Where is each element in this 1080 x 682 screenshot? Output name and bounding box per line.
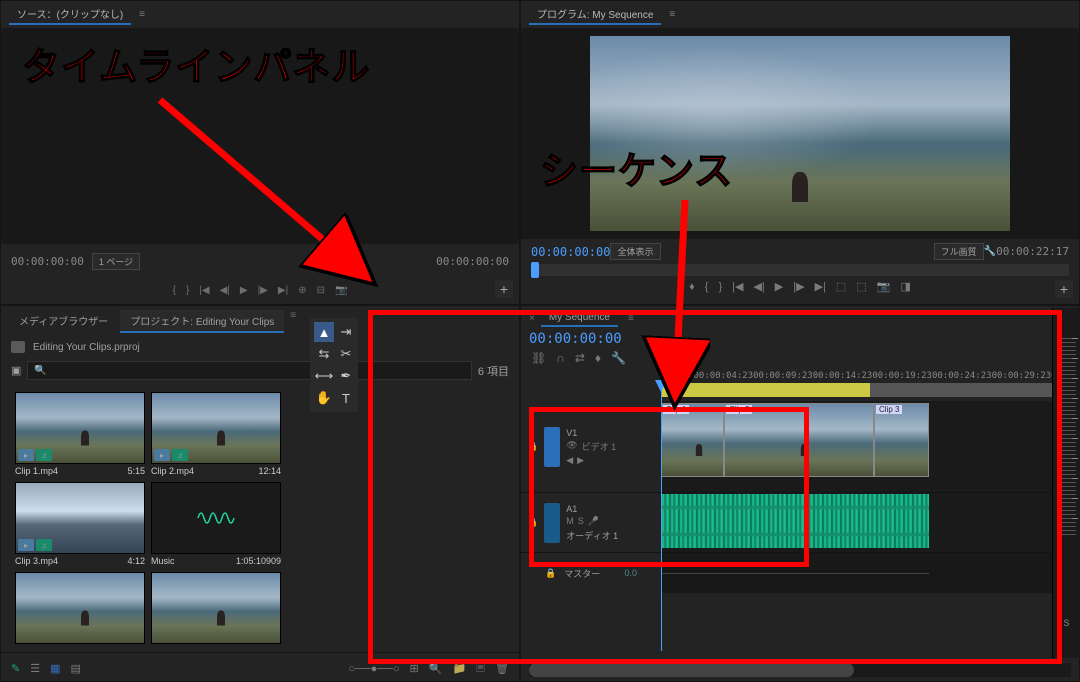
panel-menu-icon[interactable]: ≡ <box>290 310 296 333</box>
find-icon[interactable]: 🔍 <box>429 662 443 675</box>
v1-label: ビデオ 1 <box>582 440 617 453</box>
list-view-icon[interactable]: ☰ <box>30 662 40 675</box>
zoom-slider[interactable]: ○──●──○ <box>348 663 399 675</box>
video-clip-3[interactable]: Clip 3 <box>874 403 929 477</box>
razor-tool[interactable]: ✂ <box>336 344 356 364</box>
freeform-view-icon[interactable]: ▤ <box>71 662 81 675</box>
program-scrubber[interactable] <box>531 264 1069 276</box>
link-icon[interactable]: ⇄ <box>575 351 585 365</box>
button-editor-plus[interactable]: + <box>1055 280 1073 298</box>
a1-source-toggle[interactable] <box>544 503 560 543</box>
project-filename: Editing Your Clips.prproj <box>33 342 140 353</box>
lock-icon[interactable]: 🔒 <box>527 517 538 528</box>
master-level: 0.0 <box>624 568 637 578</box>
sequence-tab[interactable]: My Sequence <box>541 310 618 327</box>
go-out-icon[interactable]: ▶| <box>815 280 826 293</box>
clip-thumbnail[interactable] <box>15 572 145 644</box>
slip-tool[interactable]: ⟷ <box>314 366 334 386</box>
project-panel: メディアブラウザー プロジェクト: Editing Your Clips ≡ E… <box>0 305 520 682</box>
icon-view-icon[interactable]: ▦ <box>50 662 60 675</box>
v1-source-toggle[interactable] <box>544 427 560 467</box>
a1-label: オーディオ 1 <box>566 529 618 542</box>
search-input[interactable] <box>27 361 471 380</box>
panel-menu-icon[interactable]: ≡ <box>139 9 145 20</box>
a1-target[interactable]: A1 <box>566 504 618 514</box>
program-timecode-right: 00:00:22:17 <box>996 245 1069 258</box>
program-timecode-left[interactable]: 00:00:00:00 <box>531 245 610 259</box>
eye-icon[interactable]: 👁 <box>566 440 577 453</box>
compare-icon[interactable]: ◨ <box>900 280 910 293</box>
master-label: マスター <box>564 567 600 580</box>
play-icon[interactable]: ▶ <box>775 280 783 293</box>
audio-clip-1[interactable] <box>661 494 929 548</box>
mic-icon[interactable]: 🎤 <box>588 516 599 527</box>
new-bin-icon[interactable]: 📁 <box>452 662 466 675</box>
lift-icon[interactable]: ⬚ <box>836 280 846 293</box>
master-track: 🔒 マスター 0.0 <box>521 553 1079 593</box>
source-tab[interactable]: ソース：(クリップなし) <box>9 4 131 25</box>
ripple-edit-tool[interactable]: ⇆ <box>314 344 334 364</box>
video-clip-2[interactable]: Clip 2 <box>724 403 874 477</box>
media-browser-tab[interactable]: メディアブラウザー <box>9 310 118 333</box>
solo-button[interactable]: S <box>578 516 584 527</box>
lock-icon[interactable]: 🔒 <box>545 568 556 579</box>
selection-tool[interactable]: ▲ <box>314 322 334 342</box>
snap-icon[interactable]: ⛓ <box>531 351 546 365</box>
quality-dropdown[interactable]: フル画質 <box>934 243 984 260</box>
step-back-icon[interactable]: ◀| <box>753 280 764 293</box>
mark-out-icon[interactable]: } <box>718 281 722 293</box>
clip-thumbnail[interactable]: ▸♫ Clip 3.mp44:12 <box>15 482 145 566</box>
audio-track-1: 🔒 A1 M S 🎤 オーディオ 1 <box>521 493 1079 553</box>
button-editor-plus[interactable]: + <box>495 280 513 298</box>
clip-thumbnail[interactable] <box>151 572 281 644</box>
pen-icon[interactable]: ✎ <box>11 662 20 675</box>
filter-bin-icon[interactable]: ▣ <box>11 364 21 377</box>
source-timecode-left: 00:00:00:00 <box>11 255 84 268</box>
audio-thumbnail[interactable]: Music1:05:10909 <box>151 482 281 566</box>
extract-icon[interactable]: ⬚ <box>856 280 866 293</box>
program-tab[interactable]: プログラム: My Sequence <box>529 4 661 25</box>
work-area-bar[interactable] <box>661 383 1079 397</box>
annotation-timeline-panel: タイムラインパネル <box>22 36 370 91</box>
time-ruler[interactable]: :00:0000:00:04:2300:00:09:2300:00:14:230… <box>521 369 1079 383</box>
v1-target[interactable]: V1 <box>566 428 616 438</box>
arrow-to-timeline <box>150 90 390 300</box>
hand-tool[interactable]: ✋ <box>314 388 334 408</box>
settings-icon[interactable]: 🔧 <box>611 351 626 365</box>
timeline-timecode[interactable]: 00:00:00:00 <box>521 331 1079 347</box>
arrow-to-sequence <box>630 195 710 415</box>
timeline-panel: × My Sequence ≡ 00:00:00:00 ⛓ ∩ ⇄ ♦ 🔧 :0… <box>520 305 1080 682</box>
step-fwd-icon[interactable]: |▶ <box>793 280 804 293</box>
magnet-icon[interactable]: ∩ <box>556 351 565 365</box>
type-tool[interactable]: T <box>336 388 356 408</box>
track-select-tool[interactable]: ⇥ <box>336 322 356 342</box>
annotation-sequence: シーケンス <box>540 140 733 195</box>
item-count: 6 項目 <box>478 363 509 379</box>
wrench-icon[interactable]: 🔧 <box>984 246 996 257</box>
new-item-icon[interactable]: 🗏 <box>476 659 485 678</box>
lock-icon[interactable]: 🔒 <box>527 441 538 452</box>
bin-icon <box>11 341 25 353</box>
source-page-dropdown[interactable]: 1 ページ <box>92 253 140 270</box>
clip-thumbnail[interactable]: ▸♫ Clip 1.mp45:15 <box>15 392 145 476</box>
project-tab[interactable]: プロジェクト: Editing Your Clips <box>120 310 284 333</box>
audio-meters: S <box>1052 308 1080 658</box>
panel-menu-icon[interactable]: ≡ <box>669 9 675 20</box>
marker-icon[interactable]: ♦ <box>595 351 601 365</box>
trash-icon[interactable]: 🗑 <box>495 662 509 675</box>
video-track-1: 🔒 V1 👁ビデオ 1 ◀▶ Clip 1 Clip 2 Clip 3 <box>521 401 1079 493</box>
clip-thumbnail[interactable]: ▸♫ Clip 2.mp412:14 <box>151 392 281 476</box>
auto-seq-icon[interactable]: ⊞ <box>410 662 419 675</box>
timeline-zoom-scroll[interactable] <box>529 663 1071 677</box>
export-frame-icon[interactable]: 📷 <box>877 280 891 293</box>
source-timecode-right: 00:00:00:00 <box>436 255 509 268</box>
go-in-icon[interactable]: |◀ <box>732 280 743 293</box>
pen-tool[interactable]: ✒ <box>336 366 356 386</box>
tools-panel: ▲ ⇥ ⇆ ✂ ⟷ ✒ ✋ T <box>310 318 358 412</box>
mute-button[interactable]: M <box>566 516 574 527</box>
meter-solo[interactable]: S <box>1057 618 1076 628</box>
